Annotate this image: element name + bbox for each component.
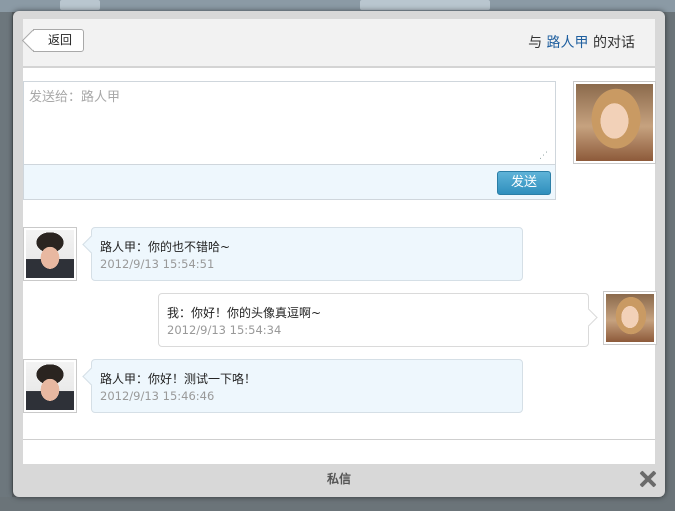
man-avatar-icon [26, 362, 74, 410]
bubble-pointer [82, 367, 101, 386]
compose-box: ⋰ 发送 [23, 81, 556, 200]
background-chip [360, 0, 490, 10]
message-text: 路人甲：你好！测试一下咯！ [100, 372, 257, 386]
my-avatar-small[interactable] [603, 291, 657, 345]
dialog-footer: 私信 [13, 464, 665, 497]
resize-grip-icon[interactable]: ⋰ [539, 152, 549, 161]
title-suffix: 的对话 [588, 35, 635, 51]
message-text: 我：你好！你的头像真逗啊~ [167, 306, 322, 320]
title-contact-name[interactable]: 路人甲 [547, 35, 589, 51]
divider [23, 439, 655, 440]
conversation-title: 与 路人甲 的对话 [528, 32, 635, 52]
dialog-title: 私信 [326, 472, 351, 486]
message-text: 路人甲：你的也不错哈~ [100, 240, 231, 254]
message-bubble: 路人甲：你好！测试一下咯！ 2012/9/13 15:46:46 [82, 359, 523, 413]
title-prefix: 与 [528, 35, 547, 51]
private-message-dialog: 返回 与 路人甲 的对话 ⋰ 发送 路人甲：你的也不错哈~ 2012/9/13 … [13, 11, 665, 497]
back-button[interactable]: 返回 [33, 29, 84, 52]
bubble-pointer [82, 235, 101, 254]
message-time: 2012/9/13 15:46:46 [100, 389, 215, 403]
woman-avatar-icon [576, 84, 653, 161]
back-button-label: 返回 [48, 33, 73, 47]
contact-avatar[interactable] [23, 227, 77, 281]
compose-toolbar: 发送 [24, 165, 555, 199]
message-time: 2012/9/13 15:54:51 [100, 257, 215, 271]
background-page-bottom [0, 497, 675, 511]
dialog-header: 返回 与 路人甲 的对话 [23, 19, 655, 68]
background-chip [60, 0, 100, 10]
contact-avatar[interactable] [23, 359, 77, 413]
send-button[interactable]: 发送 [497, 171, 551, 195]
background-page-left [0, 12, 12, 511]
message-input[interactable] [24, 82, 555, 165]
my-avatar[interactable] [573, 81, 656, 164]
message-bubble: 路人甲：你的也不错哈~ 2012/9/13 15:54:51 [82, 227, 523, 281]
bubble-pointer [579, 308, 598, 327]
man-avatar-icon [26, 230, 74, 278]
woman-avatar-icon [606, 294, 654, 342]
dialog-content: 返回 与 路人甲 的对话 ⋰ 发送 路人甲：你的也不错哈~ 2012/9/13 … [23, 19, 657, 464]
message-bubble: 我：你好！你的头像真逗啊~ 2012/9/13 15:54:34 [158, 293, 598, 347]
message-time: 2012/9/13 15:54:34 [167, 323, 282, 337]
close-icon[interactable] [639, 470, 657, 488]
